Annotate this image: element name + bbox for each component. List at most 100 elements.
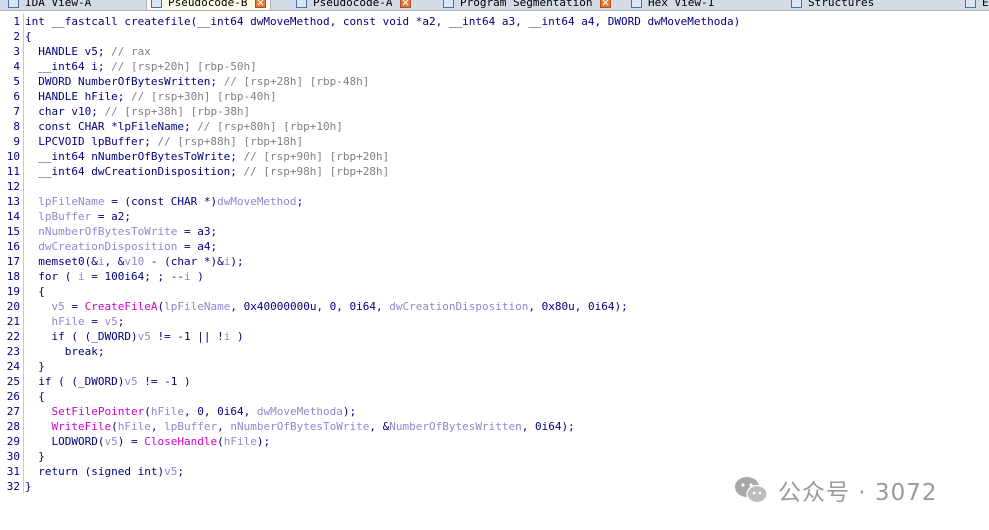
code-line[interactable]: 26 { (0, 389, 45, 404)
code-token[interactable]: dwMoveMethod (217, 195, 296, 208)
code-token[interactable]: nNumberOfBytesToWrite (230, 420, 369, 433)
code-token[interactable]: WriteFile (52, 420, 112, 433)
line-number: 4 (13, 60, 20, 73)
code-line[interactable]: 29 LODWORD(v5) = CloseHandle(hFile); (0, 434, 270, 449)
code-token: if ( (_DWORD) (25, 375, 125, 388)
code-token: != -1 ) (137, 375, 191, 388)
code-text: char v10; // [rsp+38h] [rbp-38h] (25, 104, 250, 119)
code-token: LODWORD( (25, 435, 105, 448)
code-line[interactable]: 12 (0, 179, 20, 194)
code-text: const CHAR *lpFileName; // [rsp+80h] [rb… (25, 119, 343, 134)
code-line[interactable]: 6 HANDLE hFile; // [rsp+30h] [rbp-40h] (0, 89, 276, 104)
code-line[interactable]: 31 return (signed int)v5; (0, 464, 184, 479)
code-token[interactable]: v5 (104, 315, 117, 328)
code-token[interactable]: v5 (138, 330, 151, 343)
code-line[interactable]: 9 LPCVOID lpBuffer; // [rsp+88h] [rbp+18… (0, 134, 303, 149)
tab-view-icon (8, 0, 19, 8)
code-line[interactable]: 2{ (0, 29, 31, 44)
line-number: 24 (6, 360, 20, 373)
code-line[interactable]: 8 const CHAR *lpFileName; // [rsp+80h] [… (0, 119, 343, 134)
code-token: DWORD NumberOfBytesWritten; (25, 75, 224, 88)
code-line[interactable]: 10 __int64 nNumberOfBytesToWrite; // [rs… (0, 149, 390, 164)
code-line[interactable]: 32} (0, 479, 32, 494)
code-token[interactable]: lpFileName (164, 300, 230, 313)
code-token[interactable]: hFile (151, 405, 184, 418)
code-token: } (25, 360, 45, 373)
code-line[interactable]: 5 DWORD NumberOfBytesWritten; // [rsp+28… (0, 74, 369, 89)
code-line[interactable]: 13 lpFileName = (const CHAR *)dwMoveMeth… (0, 194, 303, 209)
code-token[interactable]: hFile (25, 315, 84, 328)
code-token: char v10; (25, 105, 105, 118)
code-token[interactable]: v10 (124, 255, 144, 268)
code-line[interactable]: 21 hFile = v5; (0, 314, 125, 329)
tab-ida-view-a[interactable]: IDA View-A (8, 0, 91, 10)
code-line[interactable]: 17 memset0(&i, &v10 - (char *)&i); (0, 254, 244, 269)
tab-structures[interactable]: Structures (791, 0, 874, 10)
code-token[interactable]: nNumberOfBytesToWrite (25, 225, 177, 238)
code-token[interactable]: v5 (104, 435, 117, 448)
tab-view-icon (296, 0, 307, 8)
code-text: LODWORD(v5) = CloseHandle(hFile); (25, 434, 270, 449)
code-line[interactable]: 24 } (0, 359, 45, 374)
code-line[interactable]: 27 SetFilePointer(hFile, 0, 0i64, dwMove… (0, 404, 356, 419)
code-token[interactable]: lpBuffer (164, 420, 217, 433)
code-text: __int64 nNumberOfBytesToWrite; // [rsp+9… (25, 149, 389, 164)
code-token: return (signed int) (25, 465, 165, 478)
code-line[interactable]: 14 lpBuffer = a2; (0, 209, 131, 224)
code-line[interactable]: 22 if ( (_DWORD)v5 != -1 || !i ) (0, 329, 244, 344)
tab-close-icon[interactable] (400, 0, 412, 8)
code-token[interactable]: dwMoveMethoda (257, 405, 343, 418)
code-line[interactable]: 4 __int64 i; // [rsp+20h] [rbp-50h] (0, 59, 256, 74)
code-line[interactable]: 7 char v10; // [rsp+38h] [rbp-38h] (0, 104, 250, 119)
code-line[interactable]: 16 dwCreationDisposition = a4; (0, 239, 217, 254)
code-token[interactable]: dwCreationDisposition (25, 240, 177, 253)
tab-close-icon[interactable] (600, 0, 612, 8)
code-token[interactable]: i (78, 270, 85, 283)
line-number: 3 (13, 45, 20, 58)
code-line[interactable]: 1 int __fastcall createfile(__int64 dwMov… (0, 14, 740, 29)
code-line[interactable]: 20 v5 = CreateFileA(lpFileName, 0x400000… (0, 299, 628, 314)
line-number: 22 (6, 330, 20, 343)
code-token: __int64 dwCreationDisposition; (25, 165, 244, 178)
code-token[interactable]: v5 (124, 375, 137, 388)
code-token[interactable]: v5 (25, 300, 64, 313)
code-token[interactable]: CreateFileA (85, 300, 158, 313)
code-token[interactable]: SetFilePointer (52, 405, 145, 418)
code-text: HANDLE hFile; // [rsp+30h] [rbp-40h] (25, 89, 276, 104)
code-line[interactable]: 18 for ( i = 100i64; ; --i ) (0, 269, 204, 284)
code-token: , 0i64); (521, 420, 575, 433)
code-token: , & (104, 255, 125, 268)
line-number: 14 (6, 210, 20, 223)
code-token[interactable]: v5 (164, 465, 177, 478)
watermark: 公众号 · 3072 (734, 473, 937, 507)
tab-program-segmentation[interactable]: Program Segmentation (443, 0, 612, 10)
code-line[interactable]: 25 if ( (_DWORD)v5 != -1 ) (0, 374, 191, 389)
code-token: { (25, 30, 32, 43)
code-token[interactable]: lpBuffer (25, 210, 91, 223)
code-line[interactable]: 3 HANDLE v5; // rax (0, 44, 150, 59)
code-token[interactable]: hFile (224, 435, 257, 448)
line-number: 25 (6, 375, 20, 388)
tab-en[interactable]: En (965, 0, 989, 10)
code-token[interactable]: i (184, 270, 191, 283)
code-line[interactable]: 23 break; (0, 344, 105, 359)
code-token: ); (342, 405, 357, 418)
tab-pseudocode-a[interactable]: Pseudocode-A (296, 0, 412, 10)
code-line[interactable]: 30 } (0, 449, 45, 464)
tab-pseudocode-b[interactable]: Pseudocode-B (146, 0, 272, 10)
code-line[interactable]: 15 nNumberOfBytesToWrite = a3; (0, 224, 217, 239)
line-number: 13 (6, 195, 20, 208)
code-line[interactable]: 19 { (0, 284, 45, 299)
code-token[interactable]: NumberOfBytesWritten (389, 420, 521, 433)
code-token[interactable]: CloseHandle (144, 435, 217, 448)
tab-hex-view-1[interactable]: Hex View-1 (631, 0, 714, 10)
code-token[interactable]: hFile (118, 420, 151, 433)
code-token[interactable]: lpFileName (25, 195, 104, 208)
pseudocode-view[interactable]: 1 int __fastcall createfile(__int64 dwMov… (0, 13, 989, 530)
line-number: 19 (6, 285, 20, 298)
line-number: 20 (6, 300, 20, 313)
code-line[interactable]: 11 __int64 dwCreationDisposition; // [rs… (0, 164, 390, 179)
tab-close-icon[interactable] (255, 0, 267, 8)
code-line[interactable]: 28 WriteFile(hFile, lpBuffer, nNumberOfB… (0, 419, 575, 434)
code-token[interactable]: dwCreationDisposition (389, 300, 528, 313)
